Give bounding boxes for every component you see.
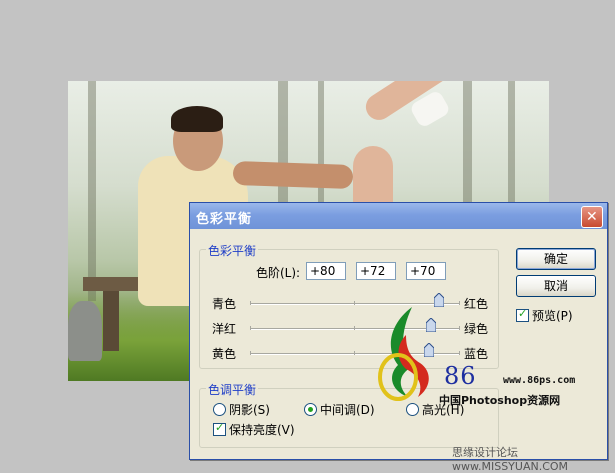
slider-label-yellow: 黄色 bbox=[212, 347, 237, 361]
dialog-titlebar[interactable]: 色彩平衡 ✕ bbox=[190, 203, 607, 229]
preserve-luminosity-label[interactable]: 保持亮度(V) bbox=[229, 421, 295, 438]
dialog-title: 色彩平衡 bbox=[196, 212, 253, 227]
check-icon: ✓ bbox=[518, 307, 528, 320]
levels-label: 色阶(L): bbox=[256, 266, 301, 280]
color-balance-group-title: 色彩平衡 bbox=[206, 242, 259, 259]
radio-shadows-label[interactable]: 阴影(S) bbox=[229, 401, 270, 418]
ok-button[interactable]: 确定 bbox=[516, 248, 596, 270]
close-icon: ✕ bbox=[586, 209, 598, 225]
cancel-button[interactable]: 取消 bbox=[516, 275, 596, 297]
watermark-url: www.86ps.com bbox=[503, 375, 576, 386]
slider-label-red: 红色 bbox=[464, 297, 489, 311]
slider-cyan-red: 青色 红色 bbox=[190, 293, 490, 313]
slider-thumb-cyan-red[interactable] bbox=[434, 293, 444, 307]
close-button[interactable]: ✕ bbox=[581, 206, 603, 228]
preview-label[interactable]: 预览(P) bbox=[532, 307, 573, 324]
level-input-magenta-green[interactable]: +72 bbox=[356, 262, 396, 280]
radio-midtones[interactable] bbox=[304, 403, 317, 416]
watermark-site-name: 中国Photoshop资源网 bbox=[439, 394, 561, 407]
footer-watermark: 思缘设计论坛 www.MISSYUAN.COM bbox=[452, 446, 569, 473]
slider-magenta-green: 洋红 绿色 bbox=[190, 318, 490, 338]
watermark-number: 86 bbox=[444, 362, 477, 390]
watermark-logo bbox=[378, 305, 434, 405]
radio-midtones-label[interactable]: 中间调(D) bbox=[320, 401, 375, 418]
slider-label-cyan: 青色 bbox=[212, 297, 237, 311]
slider-label-blue: 蓝色 bbox=[464, 347, 489, 361]
level-input-cyan-red[interactable]: +80 bbox=[306, 262, 346, 280]
slider-label-magenta: 洋红 bbox=[212, 322, 237, 336]
slider-yellow-blue: 黄色 蓝色 bbox=[190, 343, 490, 363]
preserve-luminosity-checkbox[interactable]: ✓ bbox=[213, 421, 226, 436]
tone-balance-group-title: 色调平衡 bbox=[206, 381, 259, 398]
preview-checkbox[interactable]: ✓ bbox=[516, 307, 529, 322]
slider-label-green: 绿色 bbox=[464, 322, 489, 336]
level-input-yellow-blue[interactable]: +70 bbox=[406, 262, 446, 280]
radio-shadows[interactable] bbox=[213, 403, 226, 416]
check-icon: ✓ bbox=[215, 421, 225, 434]
